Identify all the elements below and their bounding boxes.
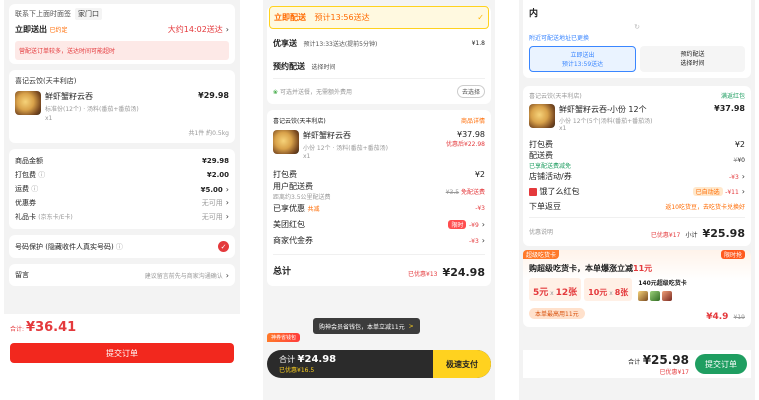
product-thumbnail: [273, 130, 299, 154]
subtotal-amount: ¥25.98: [702, 227, 745, 240]
fee-shipping: 运费 ⓘ ¥5.00 ›: [15, 184, 229, 194]
fee-delivery: 用户配送费 距离约3.5公里配送费 ¥3.5 免配送费: [273, 182, 485, 201]
fee-packing: 打包费 ¥2: [273, 169, 485, 179]
product-price: ¥37.98: [457, 130, 485, 139]
product-discount-price: 优惠后¥22.98: [446, 141, 485, 148]
product-qty: x1: [559, 125, 567, 132]
fast-delivery-option[interactable]: 优享送 预计13:33送达(提前5分钟) ¥1.8: [273, 29, 485, 55]
check-icon: ✓: [477, 13, 484, 22]
product-row[interactable]: 鲜虾蟹籽云吞 小份 12个 · 汤料(番茄+番茄汤) x1 ¥37.98 优惠后…: [273, 130, 485, 160]
info-icon[interactable]: ⓘ: [116, 243, 123, 251]
reserve-delivery-option[interactable]: 预约配送 选择时间: [640, 46, 745, 72]
product-row[interactable]: 鲜虾蟹籽云吞 标准份(12个) · 汤料(番茄+番茄汤) x1 ¥29.98: [15, 91, 229, 122]
bottom-pay-bar: 合计 ¥24.98 已优惠¥16.5 极速支付: [267, 350, 491, 378]
chevron-right-icon: ›: [225, 270, 229, 280]
express-pay-button[interactable]: 极速支付: [433, 350, 491, 378]
product-spec: 小份 12个(5个|汤料(番茄+番茄汤): [559, 118, 653, 125]
promo-tag: 神券省钱包: [267, 333, 301, 342]
delivery-time[interactable]: 大约14:02送达 ›: [168, 24, 229, 35]
chevron-right-icon: ›: [741, 187, 745, 196]
product-row[interactable]: 鲜虾蟹籽云吞-小份 12个 小份 12个(5个|汤料(番茄+番茄汤) x1 ¥3…: [529, 104, 745, 132]
eleme-redpacket-row[interactable]: 饿了么红包 已自动选 -¥11 ›: [529, 184, 745, 199]
panel-eleme-checkout: 内 ↻ 附近可配送地址已更换 立即送出 预计13:59送达 预约配送 选择时间 …: [519, 0, 755, 400]
eco-notice: 可选并送餐，无需额外费用: [279, 89, 352, 96]
remark-row[interactable]: 留言 建议留言前先与商家沟通确认 ›: [9, 264, 235, 286]
delivery-sub: 已约定: [49, 27, 68, 34]
fee-packing: 打包费 ¥2: [529, 139, 745, 149]
coupon-row[interactable]: 优惠券 无可用 ›: [15, 196, 229, 210]
product-qty: x1: [303, 153, 311, 160]
chevron-right-icon: ›: [225, 198, 229, 207]
product-spec: 小份 12个 · 汤料(番茄+番茄汤): [303, 145, 388, 152]
chevron-right-icon: ›: [741, 172, 745, 181]
bottom-submit-bar: 合计 ¥25.98 已优惠¥17 提交订单: [523, 350, 751, 378]
fee-goods: 商品金额 ¥29.98: [15, 157, 229, 165]
product-price: ¥37.98: [714, 104, 745, 113]
privacy-row[interactable]: 号码保护 (隐藏收件人真实号码) ⓘ ✓: [9, 235, 235, 258]
privacy-toggle[interactable]: ✓: [218, 241, 229, 252]
fee-packing: 打包费 ⓘ ¥2.00: [15, 171, 229, 179]
submit-order-button[interactable]: 提交订单: [695, 354, 747, 374]
bottom-total: ¥25.98: [642, 352, 689, 367]
total-amount: ¥24.98: [442, 266, 485, 279]
gift-card-row[interactable]: 礼品卡 (京东卡/E卡) 无可用 ›: [15, 210, 229, 224]
product-name: 鲜虾蟹籽云吞-小份 12个: [559, 105, 647, 114]
chevron-right-icon: ›: [481, 235, 485, 245]
address-hint: 附近可配送地址已更换: [529, 35, 590, 42]
store-promo-row[interactable]: 店铺活动/券 -¥3 ›: [529, 169, 745, 184]
bottom-total: ¥24.98: [297, 354, 337, 365]
bean-return-row[interactable]: 下单返豆 返10吃货豆，去吃货卡兑换好: [529, 199, 745, 214]
food-icon: [638, 291, 649, 301]
product-name: 鲜虾蟹籽云吞: [303, 131, 351, 140]
promo-toast[interactable]: 购神会员省钱包，本单立减11元 >: [313, 318, 420, 334]
instant-delivery-option[interactable]: 立即送出 预计13:59送达: [529, 46, 636, 72]
store-name[interactable]: 喜记云饺(天丰利店): [273, 116, 326, 125]
chevron-right-icon: ›: [481, 219, 485, 229]
merchant-voucher-row[interactable]: 商家代金券 -¥3 ›: [273, 232, 485, 248]
contact-label: 联系下上面时面签: [15, 10, 71, 18]
product-price: ¥29.98: [198, 91, 229, 100]
panel-jd-checkout: 联系下上面时面签 家门口 立即送出 已约定 大约14:02送达 › 营配送订单较多…: [4, 0, 240, 400]
product-name: 鲜虾蟹籽云吞: [45, 92, 93, 101]
total-saved: 已优惠¥13: [408, 271, 438, 278]
location-badge[interactable]: 家门口: [75, 8, 102, 20]
order-summary: 共1件 約0.5kg: [188, 130, 229, 137]
total-label: 总计: [273, 267, 292, 277]
total-amount: ¥36.41: [26, 320, 77, 335]
info-icon[interactable]: ⓘ: [31, 185, 38, 193]
fee-delivery: 配送费 已享配送费减免 ¥¥0: [529, 151, 745, 170]
store-name[interactable]: 喜记云饺(天丰利店): [529, 91, 582, 100]
eco-select-button[interactable]: 去选择: [456, 85, 485, 98]
delivery-notice: 营配送订单较多，送达时间可能超时: [15, 41, 229, 60]
redpacket-icon: [529, 187, 537, 196]
chevron-right-icon: ›: [225, 212, 229, 221]
super-card-promo[interactable]: 超级吃货卡 限时抢 购超级吃货卡，本单爆涨立减11元 5元 x 12张 10元 …: [523, 250, 751, 327]
chevron-right-icon: ›: [225, 25, 229, 34]
product-thumbnail: [529, 104, 555, 128]
delivery-label: 立即送出: [15, 25, 47, 34]
product-spec: 标准份(12个) · 汤料(番茄+番茄汤): [45, 106, 139, 113]
meituan-redpacket-row[interactable]: 美团红包 限时 -¥9 ›: [273, 216, 485, 232]
product-thumbnail: [15, 91, 41, 115]
store-detail-tag[interactable]: 商品详情: [461, 116, 485, 125]
refresh-icon: ↻: [634, 23, 640, 31]
product-qty: x1: [45, 115, 53, 122]
food-icon: [650, 291, 661, 301]
store-badge: 满返红包: [720, 93, 745, 100]
top-fragment: 内: [529, 9, 539, 19]
instant-delivery-option[interactable]: 立即配送 预计13:56送达 ✓: [269, 6, 489, 29]
fee-discount[interactable]: 已享优惠 共减 -¥3: [273, 200, 485, 216]
submit-order-button[interactable]: 提交订单: [10, 343, 234, 363]
store-name[interactable]: 喜记云饺(天丰利店): [15, 76, 229, 86]
panel-meituan-checkout: 立即配送 预计13:56送达 ✓ 优享送 预计13:33送达(提前5分钟) ¥1…: [263, 0, 495, 400]
info-icon[interactable]: ⓘ: [38, 171, 45, 179]
reserve-delivery-option[interactable]: 预约配送 选择时间: [273, 55, 485, 78]
chevron-right-icon: ›: [225, 184, 229, 194]
leaf-icon: ❀: [273, 89, 279, 96]
total-label: 合计:: [10, 326, 25, 333]
food-icon: [662, 291, 673, 301]
